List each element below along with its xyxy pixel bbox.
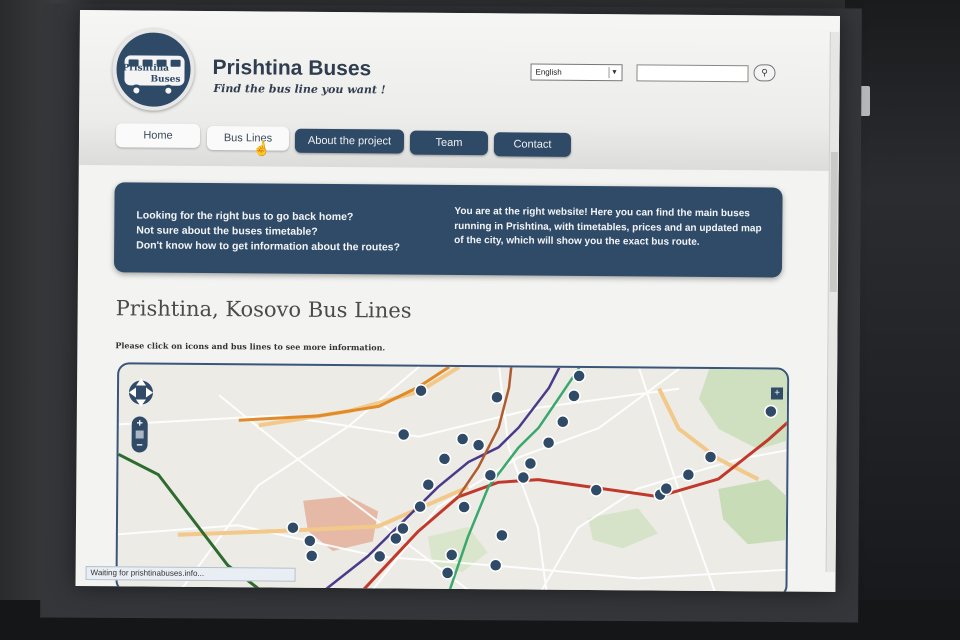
browser-status-bar: Waiting for prishtinabuses.info... xyxy=(85,566,296,582)
browser-viewport: Prishtina Buses Prishtina Buses Find the… xyxy=(75,10,840,592)
language-selected-value: English xyxy=(535,67,562,77)
layer-switcher-button[interactable]: + xyxy=(770,387,784,400)
banner-answer: You are at the right website! Here you c… xyxy=(454,205,762,248)
bus-window xyxy=(170,59,181,67)
language-select[interactable]: English ▼ xyxy=(530,63,623,82)
scrollbar-thumb[interactable] xyxy=(829,151,838,292)
nav-bus-lines[interactable]: Bus Lines xyxy=(206,126,290,151)
site-tagline: Find the bus line you want ! xyxy=(213,82,386,97)
site-title: Prishtina Buses xyxy=(212,56,372,81)
map-canvas[interactable] xyxy=(117,364,790,592)
logo-text-prishtina: Prishtina xyxy=(122,63,170,74)
logo-text-buses: Buses xyxy=(150,74,181,85)
chevron-down-icon: ▼ xyxy=(608,67,620,79)
zoom-slider[interactable] xyxy=(135,430,144,439)
site-logo[interactable]: Prishtina Buses xyxy=(112,28,195,111)
zoom-out-button[interactable]: − xyxy=(132,438,148,452)
nav-contact[interactable]: Contact xyxy=(493,132,572,157)
nav-team[interactable]: Team xyxy=(409,130,489,156)
map-pan-control[interactable] xyxy=(127,374,155,410)
intro-banner: Looking for the right bus to go back hom… xyxy=(113,182,783,278)
search-icon: ⚲ xyxy=(761,67,768,78)
map-zoom-control[interactable]: + − xyxy=(131,416,148,453)
hand-cursor-icon: ☝ xyxy=(251,139,272,158)
nav-home[interactable]: Home xyxy=(115,123,201,148)
page-title: Prishtina, Kosovo Bus Lines xyxy=(115,296,412,323)
search-button[interactable]: ⚲ xyxy=(753,64,776,82)
park-area xyxy=(718,479,790,545)
search-input[interactable] xyxy=(636,64,749,83)
zoom-in-button[interactable]: + xyxy=(132,416,148,430)
banner-questions: Looking for the right bus to go back hom… xyxy=(136,208,446,255)
wheel-icon xyxy=(130,84,143,97)
main-roads xyxy=(177,365,760,537)
nav-about-project[interactable]: About the project xyxy=(294,128,405,154)
page-instructions: Please click on icons and bus lines to s… xyxy=(115,340,386,353)
wheel-icon xyxy=(162,84,175,97)
bus-map[interactable]: + − + xyxy=(115,362,790,592)
banner-question-3: Don't know how to get information about … xyxy=(136,239,401,254)
